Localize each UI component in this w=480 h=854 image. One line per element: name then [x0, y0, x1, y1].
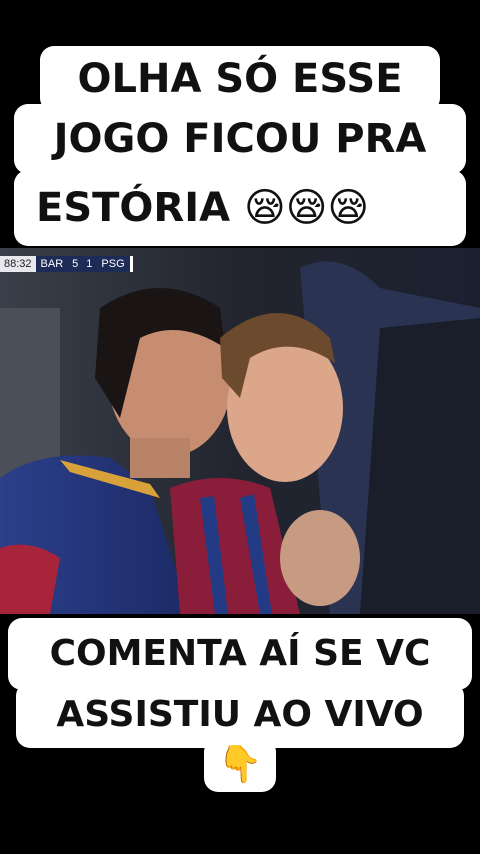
home-team: BAR — [35, 256, 69, 272]
caption-line-1: OLHA SÓ ESSE — [40, 46, 440, 112]
away-team: PSG — [96, 256, 130, 272]
top-caption: OLHA SÓ ESSE JOGO FICOU PRA ESTÓRIA 😪😪😪 — [14, 40, 466, 248]
video-frame — [0, 248, 480, 614]
caption-line-3: ESTÓRIA 😪😪😪 — [14, 170, 466, 246]
away-score: 1 — [82, 256, 97, 272]
scoreboard-overlay: 88:32 BAR 5 1 PSG — [0, 256, 133, 272]
home-score: 5 — [68, 256, 83, 272]
match-clock: 88:32 — [0, 256, 36, 272]
caption-line-1: COMENTA AÍ SE VC — [8, 618, 472, 690]
scoreboard-divider — [129, 256, 133, 272]
caption-line-2: JOGO FICOU PRA — [14, 104, 466, 174]
pointing-down-icon: 👇 — [204, 738, 276, 792]
bottom-caption: COMENTA AÍ SE VC ASSISTIU AO VIVO 👇 — [8, 612, 472, 792]
crowd-scene — [0, 248, 480, 614]
